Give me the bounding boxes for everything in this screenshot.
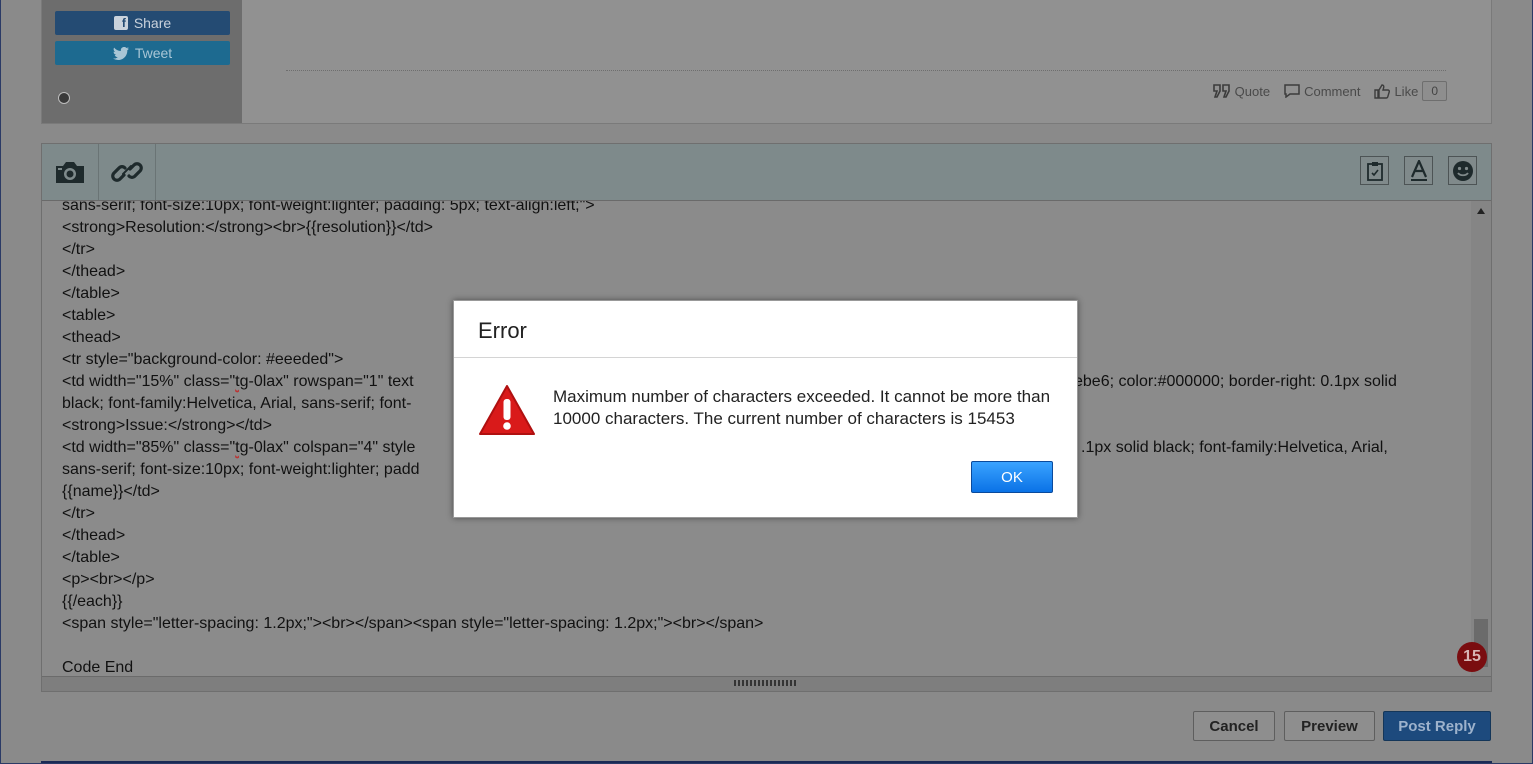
twitter-icon <box>112 46 129 60</box>
tweet-button[interactable]: Tweet <box>55 41 230 65</box>
cancel-button[interactable]: Cancel <box>1193 711 1275 741</box>
code-line: </tr> <box>62 241 95 258</box>
code-line: <p><br></p> <box>62 571 155 588</box>
facebook-share-button[interactable]: f Share <box>55 11 230 35</box>
like-count: 0 <box>1422 81 1447 101</box>
paste-button[interactable] <box>1360 156 1389 185</box>
resize-grip-icon[interactable] <box>734 680 798 686</box>
smiley-icon <box>1452 160 1473 181</box>
font-format-button[interactable] <box>1404 156 1433 185</box>
code-line: </thead> <box>62 527 126 544</box>
thumbs-up-icon <box>1374 83 1391 99</box>
spellcheck-word: tg <box>235 439 249 456</box>
clipboard-icon <box>1366 161 1383 181</box>
quote-label: Quote <box>1234 83 1271 99</box>
post-sidebar: f Share Tweet <box>42 0 242 123</box>
warning-icon <box>479 385 535 435</box>
code-line: </table> <box>62 549 120 566</box>
character-count-badge: 15 <box>1457 642 1487 672</box>
dialog-title: Error <box>478 318 527 343</box>
post-divider <box>286 70 1446 71</box>
quote-icon <box>1212 84 1230 98</box>
tweet-label: Tweet <box>134 45 173 61</box>
share-label: Share <box>133 15 172 31</box>
link-icon <box>111 162 143 182</box>
code-line: sans-serif; font-size:10px; font-weight:… <box>62 201 595 214</box>
editor-scrollbar[interactable] <box>1471 201 1491 677</box>
editor-toolbar <box>42 144 1491 201</box>
camera-icon <box>56 162 84 183</box>
comment-button[interactable]: Comment <box>1284 84 1360 99</box>
code-line: </thead> <box>62 263 126 280</box>
font-icon <box>1410 159 1427 181</box>
post-reply-button[interactable]: Post Reply <box>1383 711 1491 741</box>
code-line: <strong>Resolution:</strong><br>{{resolu… <box>62 219 433 236</box>
code-line: <span style="letter-spacing: 1.2px;"><br… <box>62 615 764 632</box>
scroll-up-arrow-icon[interactable] <box>1477 208 1485 214</box>
editor-resize-bar[interactable] <box>42 676 1491 691</box>
like-label: Like <box>1394 83 1419 99</box>
like-button[interactable]: Like 0 <box>1374 81 1447 101</box>
status-radio[interactable] <box>58 92 70 104</box>
error-dialog: Error Maximum number of characters excee… <box>453 300 1078 518</box>
post-card: f Share Tweet Quote Comment Like 0 <box>41 0 1492 124</box>
facebook-icon: f <box>113 16 128 30</box>
preview-button[interactable]: Preview <box>1284 711 1375 741</box>
ok-button[interactable]: OK <box>971 461 1053 493</box>
spellcheck-word: tg <box>235 373 249 390</box>
comment-label: Comment <box>1304 83 1361 99</box>
comment-icon <box>1284 84 1300 98</box>
code-line: {{/each}} <box>62 593 123 610</box>
insert-image-button[interactable] <box>42 144 99 200</box>
dialog-divider <box>454 357 1077 358</box>
post-actions: Quote Comment Like 0 <box>1212 81 1447 101</box>
insert-link-button[interactable] <box>99 144 156 200</box>
quote-button[interactable]: Quote <box>1212 83 1271 99</box>
error-message: Maximum number of characters exceeded. I… <box>553 387 1051 428</box>
emoji-button[interactable] <box>1448 156 1477 185</box>
code-line: Code End <box>62 659 134 676</box>
